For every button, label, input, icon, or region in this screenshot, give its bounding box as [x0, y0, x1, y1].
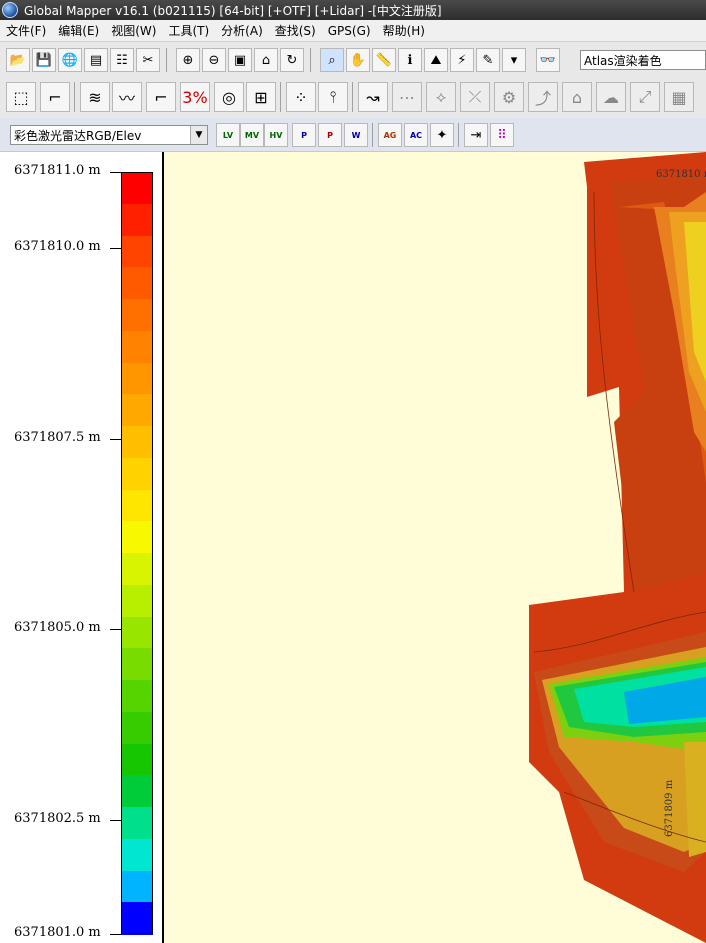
menu-help[interactable]: 帮助(H) — [377, 22, 431, 39]
elevation-map[interactable]: 6371810 m 6371809 m — [164, 152, 706, 943]
tool-d-icon[interactable]: ⚙ — [494, 82, 524, 112]
menu-analysis[interactable]: 分析(A) — [215, 22, 269, 39]
view-shed-icon[interactable]: ⚡ — [450, 48, 474, 72]
tool-b-icon[interactable]: ⟡ — [426, 82, 456, 112]
dropdown-tool-icon[interactable]: ▾ — [502, 48, 526, 72]
lidar-lv-button[interactable]: LV — [216, 123, 240, 147]
feature-info-icon[interactable]: ℹ — [398, 48, 422, 72]
binoculars-icon[interactable]: 👓 — [536, 48, 560, 72]
tool-h-icon[interactable]: ⤢ — [630, 82, 660, 112]
edit-vertex-icon[interactable]: ≋ — [80, 82, 110, 112]
pan-hand-icon[interactable]: ✋ — [346, 48, 370, 72]
zoom-extent-icon[interactable]: ▣ — [228, 48, 252, 72]
lidar-grid-icon[interactable]: ⠿ — [490, 123, 514, 147]
tool-e-icon[interactable]: ⤴ — [528, 82, 558, 112]
cogo-icon[interactable]: 3% — [180, 82, 210, 112]
legend-label-4: 6371805.0 m — [14, 620, 101, 635]
digitizer-toolbar: ⬚ ⌐ ≋ 〰 ⌐ 3% ◎ ⊞ ⁘ ⫯ ↝ ⋯ ⟡ ⤫ ⚙ ⤴ ⌂ ☁ ⤢ ▦ — [0, 78, 706, 119]
menu-search[interactable]: 查找(S) — [269, 22, 322, 39]
contour-icon[interactable]: 〰 — [112, 82, 142, 112]
tool-a-icon[interactable]: ⋯ — [392, 82, 422, 112]
point-cloud-icon[interactable]: ⁘ — [286, 82, 316, 112]
shader-select[interactable]: Atlas渲染着色 — [580, 50, 706, 70]
create-area-icon[interactable]: ⬚ — [6, 82, 36, 112]
print-icon[interactable]: ▤ — [84, 48, 108, 72]
lidar-building-button[interactable]: P — [292, 123, 316, 147]
globe-download-icon[interactable]: 🌐 — [58, 48, 82, 72]
home-icon[interactable]: ⌂ — [254, 48, 278, 72]
config-tools-icon[interactable]: ✂ — [136, 48, 160, 72]
main-toolbar: 📂 💾 🌐 ▤ ☷ ✂ ⊕ ⊖ ▣ ⌂ ↻ ⌕ ✋ 📏 ℹ ⛰ ⚡ ✎ ▾ 👓 … — [0, 42, 706, 79]
legend-label-min: 6371801.0 m — [14, 925, 101, 940]
open-folder-icon[interactable]: 📂 — [6, 48, 30, 72]
window-title: Global Mapper v16.1 (b021115) [64-bit] [… — [24, 3, 442, 18]
buffer-icon[interactable]: ◎ — [214, 82, 244, 112]
contour-label-bottom: 6371809 m — [664, 779, 675, 837]
legend-label-2: 6371810.0 m — [14, 239, 101, 254]
path-tool-icon[interactable]: ↝ — [358, 82, 388, 112]
digitizer-icon[interactable]: ✎ — [476, 48, 500, 72]
split-line-icon[interactable]: ⌐ — [146, 82, 176, 112]
lidar-hv-button[interactable]: HV — [264, 123, 288, 147]
tool-f-icon[interactable]: ⌂ — [562, 82, 592, 112]
legend-label-max: 6371811.0 m — [14, 163, 101, 178]
lidar-select-icon[interactable]: ✦ — [430, 123, 454, 147]
tool-c-icon[interactable]: ⤫ — [460, 82, 490, 112]
elevation-legend: 6371811.0 m 6371810.0 m 6371807.5 m 6371… — [0, 152, 164, 943]
zoom-in-icon[interactable]: ⊕ — [176, 48, 200, 72]
globe-icon — [2, 2, 18, 18]
create-line-icon[interactable]: ⌐ — [40, 82, 70, 112]
lidar-filter-icon[interactable]: ⇥ — [464, 123, 488, 147]
menu-tools[interactable]: 工具(T) — [162, 22, 215, 39]
refresh-icon[interactable]: ↻ — [280, 48, 304, 72]
path-profile-icon[interactable]: ⛰ — [424, 48, 448, 72]
shader-select-value: Atlas渲染着色 — [584, 53, 662, 68]
tool-i-icon[interactable]: ▦ — [664, 82, 694, 112]
menu-bar: 文件(F) 编辑(E) 视图(W) 工具(T) 分析(A) 查找(S) GPS(… — [0, 20, 706, 41]
tool-g-icon[interactable]: ☁ — [596, 82, 626, 112]
color-ramp-frame — [121, 172, 153, 934]
legend-label-5: 6371802.5 m — [14, 811, 101, 826]
zoom-tool-icon[interactable]: ⌕ — [320, 48, 344, 72]
lidar-toolbar: 彩色激光雷达RGB/Elev ▼ LV MV HV P P W AG AC ✦ … — [0, 118, 706, 152]
map-canvas[interactable]: 6371810 m 6371809 m — [164, 152, 706, 943]
lidar-water-button[interactable]: W — [344, 123, 368, 147]
lidar-ac-button[interactable]: AC — [404, 123, 428, 147]
lidar-powerline-button[interactable]: P — [318, 123, 342, 147]
menu-edit[interactable]: 编辑(E) — [52, 22, 105, 39]
contour-label-top: 6371810 m — [656, 169, 706, 180]
save-icon[interactable]: 💾 — [32, 48, 56, 72]
menu-file[interactable]: 文件(F) — [0, 22, 52, 39]
menu-view[interactable]: 视图(W) — [105, 22, 162, 39]
lidar-color-select[interactable]: 彩色激光雷达RGB/Elev ▼ — [10, 125, 208, 145]
zoom-out-icon[interactable]: ⊖ — [202, 48, 226, 72]
title-bar: Global Mapper v16.1 (b021115) [64-bit] [… — [0, 0, 706, 20]
cut-line-icon[interactable]: ⫯ — [318, 82, 348, 112]
grid-icon[interactable]: ⊞ — [246, 82, 276, 112]
lidar-color-value: 彩色激光雷达RGB/Elev — [14, 128, 142, 143]
layer-control-icon[interactable]: ☷ — [110, 48, 134, 72]
measure-icon[interactable]: 📏 — [372, 48, 396, 72]
menu-gps[interactable]: GPS(G) — [322, 24, 377, 38]
lidar-ag-button[interactable]: AG — [378, 123, 402, 147]
chevron-down-icon: ▼ — [190, 126, 207, 144]
legend-label-3: 6371807.5 m — [14, 430, 101, 445]
lidar-mv-button[interactable]: MV — [240, 123, 264, 147]
